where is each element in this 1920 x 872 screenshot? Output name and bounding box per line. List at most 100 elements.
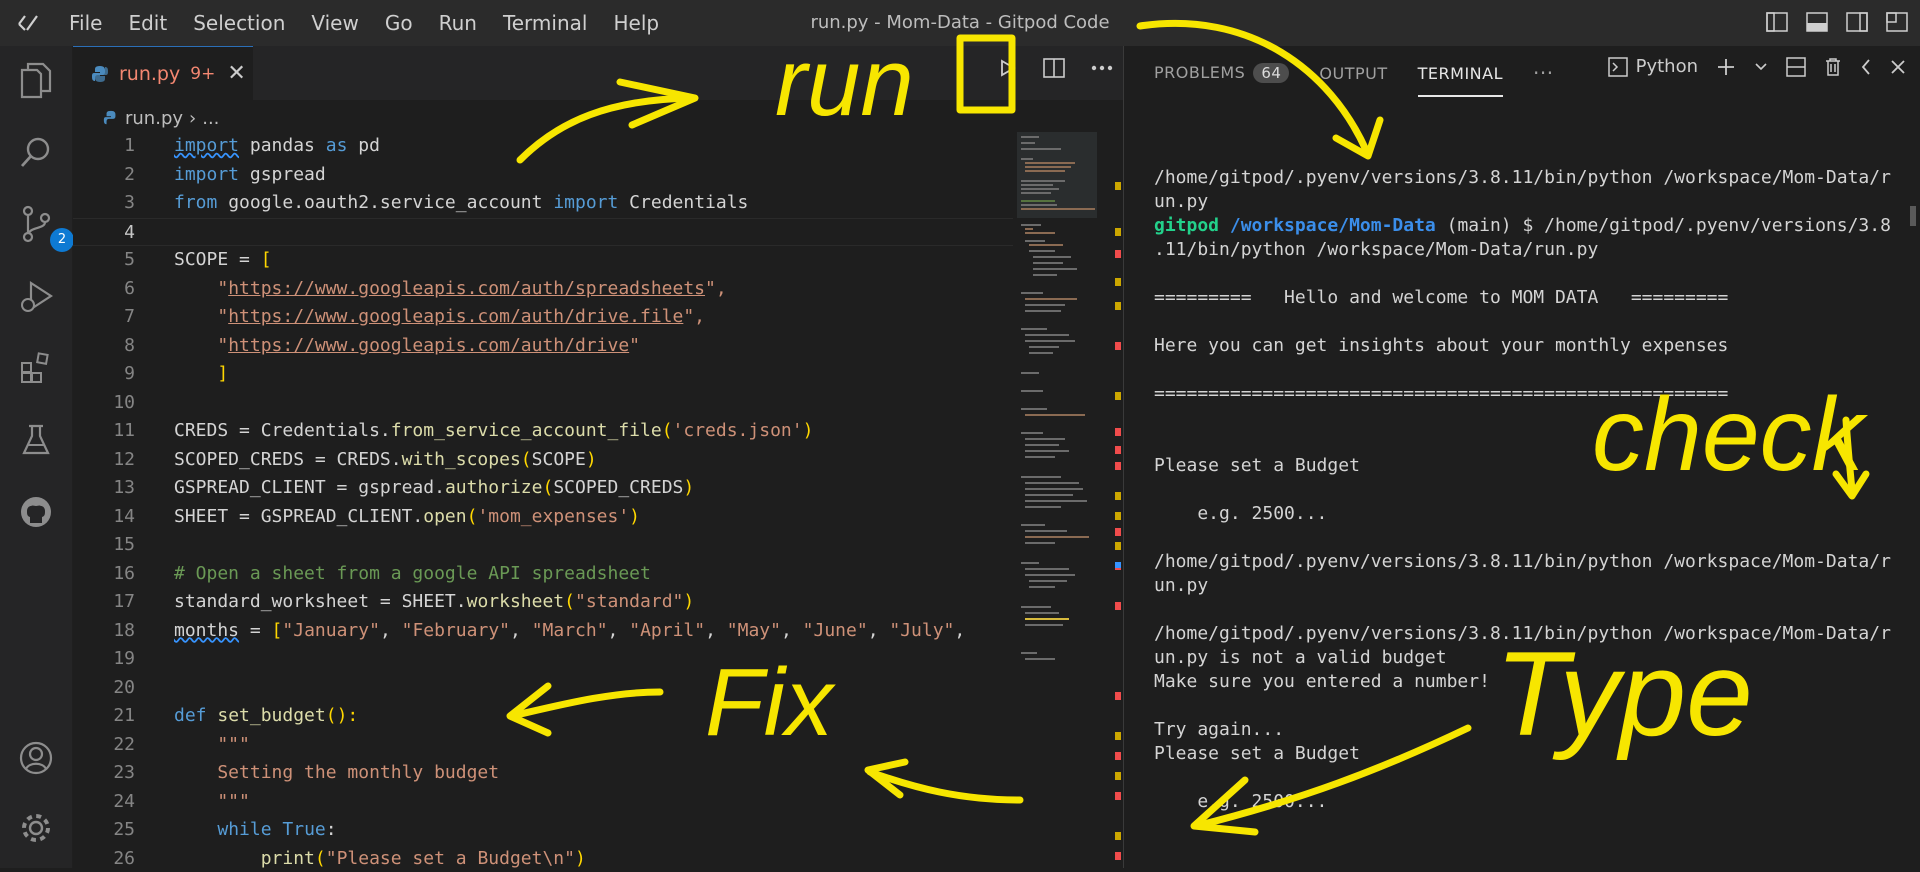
terminal-profile[interactable]: Python: [1607, 56, 1698, 77]
editor-group: run.py 9+ ✕ run.py › ... 1 import pandas …: [73, 46, 1123, 868]
terminal-icon: [1607, 56, 1628, 77]
code-line: 8 "https://www.googleapis.com/auth/drive…: [73, 332, 1013, 361]
trash-icon[interactable]: [1824, 57, 1842, 77]
run-python-file-icon[interactable]: [997, 58, 1017, 78]
chevron-left-icon[interactable]: [1860, 58, 1872, 76]
code-line: 7 "https://www.googleapis.com/auth/drive…: [73, 303, 1013, 332]
code-line: 15: [73, 531, 1013, 560]
layout-controls: [1766, 12, 1908, 32]
tab-problem-count: 9+: [190, 63, 216, 84]
terminal-line: /home/gitpod/.pyenv/versions/3.8.11/bin/…: [1154, 167, 1891, 188]
terminal-prompt-line: gitpod /workspace/Mom-Data (main) $ /hom…: [1154, 215, 1891, 236]
line-number: 8: [124, 334, 135, 356]
settings-gear-icon[interactable]: [16, 808, 56, 848]
menu-file[interactable]: File: [56, 11, 115, 35]
overview-ruler: [1113, 132, 1123, 868]
panel-tab-bar: PROBLEMS 64 OUTPUT TERMINAL ··· Python: [1124, 46, 1920, 100]
line-number: 11: [113, 420, 135, 441]
minimap[interactable]: [1017, 132, 1113, 868]
code-line: 25 while True:: [73, 816, 1013, 845]
title-bar: File Edit Selection View Go Run Terminal…: [0, 0, 1920, 47]
tab-run-py[interactable]: run.py 9+ ✕: [73, 46, 253, 100]
code-line-current: 4: [73, 217, 1013, 246]
menu-terminal[interactable]: Terminal: [490, 11, 601, 35]
code-line: 22 """: [73, 731, 1013, 760]
app-logo-icon[interactable]: [0, 10, 56, 36]
source-control-icon[interactable]: 2: [16, 204, 74, 252]
line-number: 20: [113, 676, 135, 698]
menu-view[interactable]: View: [298, 11, 371, 35]
code-line: 12 SCOPED_CREDS = CREDS.with_scopes(SCOPE…: [73, 446, 1013, 475]
testing-icon[interactable]: [16, 420, 56, 460]
code-line: 17 standard_worksheet = SHEET.worksheet("…: [73, 588, 1013, 617]
breadcrumb-symbol[interactable]: ...: [202, 108, 219, 129]
split-terminal-icon[interactable]: [1786, 56, 1806, 77]
line-number: 17: [113, 591, 135, 612]
menu-selection[interactable]: Selection: [180, 11, 298, 35]
line-number: 21: [113, 705, 135, 726]
code-editor[interactable]: 1 import pandas as pd 2 import gspread 3 fr…: [73, 132, 1013, 868]
terminal-line: ========= Hello and welcome to MOM DATA …: [1154, 287, 1729, 308]
explorer-icon[interactable]: [16, 60, 56, 100]
code-line: 13 GSPREAD_CLIENT = gspread.authorize(SCO…: [73, 474, 1013, 503]
customize-layout-icon[interactable]: [1886, 12, 1908, 32]
terminal-output[interactable]: /home/gitpod/.pyenv/versions/3.8.11/bin/…: [1154, 122, 1894, 862]
code-line: 9 ]: [73, 360, 1013, 389]
terminal-line: Here you can get insights about your mon…: [1154, 335, 1729, 356]
source-control-badge: 2: [50, 228, 74, 252]
menu-run[interactable]: Run: [426, 11, 490, 35]
menu-go[interactable]: Go: [372, 11, 426, 35]
line-number: 22: [113, 733, 135, 755]
line-number: 10: [113, 391, 135, 413]
chevron-down-icon[interactable]: [1754, 62, 1768, 72]
terminal-line: /home/gitpod/.pyenv/versions/3.8.11/bin/…: [1154, 623, 1891, 644]
code-line: 14 SHEET = GSPREAD_CLIENT.open('mom_expen…: [73, 503, 1013, 532]
github-icon[interactable]: [16, 492, 56, 532]
line-number: 24: [113, 790, 135, 812]
accounts-icon[interactable]: [16, 738, 56, 778]
toggle-secondary-sidebar-icon[interactable]: [1846, 12, 1868, 32]
new-terminal-icon[interactable]: [1716, 57, 1736, 77]
line-number: 15: [113, 534, 135, 555]
tab-close-icon[interactable]: ✕: [227, 61, 245, 86]
line-number: 26: [113, 847, 135, 869]
terminal-line: Please set a Budget: [1154, 455, 1360, 476]
code-line: 11 CREDS = Credentials.from_service_accou…: [73, 417, 1013, 446]
code-line: 6 "https://www.googleapis.com/auth/sprea…: [73, 275, 1013, 304]
more-actions-icon[interactable]: [1091, 65, 1113, 71]
python-file-icon: [92, 65, 108, 82]
terminal-line: e.g. 2500...: [1154, 503, 1328, 524]
terminal-scrollbar[interactable]: [1910, 206, 1916, 226]
code-line: 2 import gspread: [73, 161, 1013, 190]
split-editor-icon[interactable]: [1043, 58, 1065, 78]
activity-bar: 2: [0, 46, 74, 868]
breadcrumb-file[interactable]: run.py: [125, 108, 183, 129]
tab-output[interactable]: OUTPUT: [1319, 64, 1387, 83]
toggle-panel-icon[interactable]: [1806, 12, 1828, 32]
panel-actions: Python: [1607, 56, 1906, 77]
menu-edit[interactable]: Edit: [115, 11, 180, 35]
code-line: 5 SCOPE = [: [73, 246, 1013, 275]
terminal-line: un.py: [1154, 575, 1209, 596]
line-number: 6: [124, 277, 135, 299]
panel-more-icon[interactable]: ···: [1533, 61, 1554, 85]
line-number: 25: [113, 819, 135, 840]
terminal-line: Try again...: [1154, 719, 1285, 740]
terminal-panel: PROBLEMS 64 OUTPUT TERMINAL ··· Python /h…: [1124, 46, 1920, 868]
terminal-line: un.py: [1154, 191, 1209, 212]
line-number: 4: [124, 221, 135, 243]
toggle-primary-sidebar-icon[interactable]: [1766, 12, 1788, 32]
close-panel-icon[interactable]: [1890, 59, 1906, 75]
search-icon[interactable]: [16, 132, 56, 172]
menu-help[interactable]: Help: [600, 11, 672, 35]
line-number: 13: [113, 477, 135, 498]
tab-terminal[interactable]: TERMINAL: [1417, 64, 1504, 97]
extensions-icon[interactable]: [16, 348, 56, 388]
terminal-line: ========================================…: [1154, 383, 1729, 404]
tab-problems[interactable]: PROBLEMS 64: [1154, 63, 1290, 83]
python-file-icon: [103, 110, 116, 125]
terminal-line: .11/bin/python /workspace/Mom-Data/run.p…: [1154, 239, 1599, 260]
menu-bar: File Edit Selection View Go Run Terminal…: [56, 11, 672, 35]
run-and-debug-icon[interactable]: [16, 276, 56, 316]
line-number: 19: [113, 648, 135, 669]
